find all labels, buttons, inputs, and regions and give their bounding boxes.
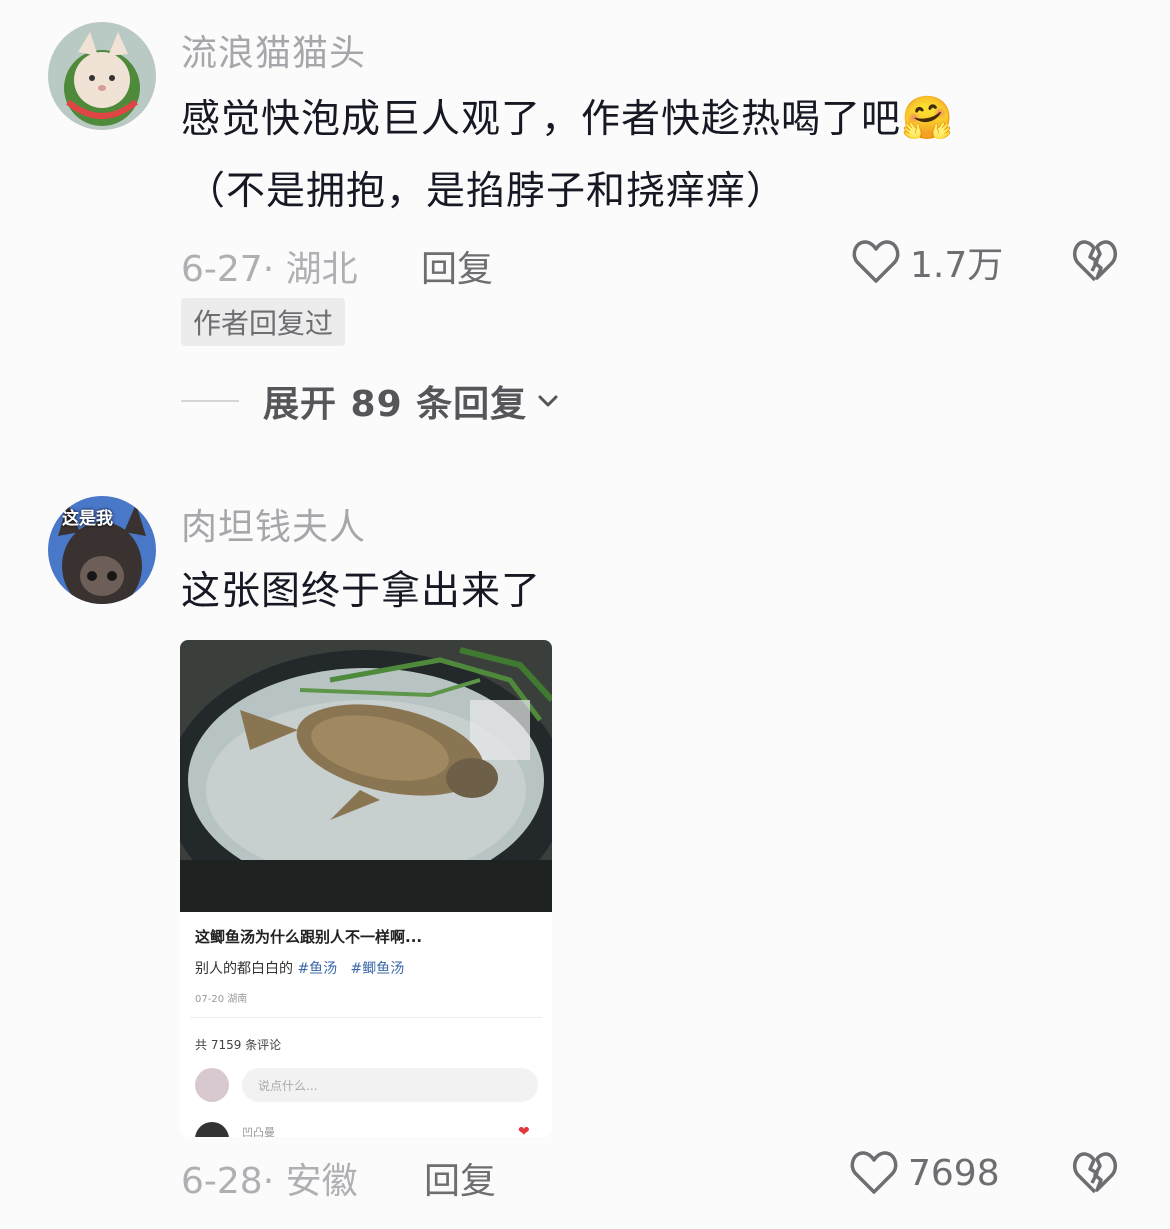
username[interactable]: 肉坦钱夫人 (181, 498, 366, 550)
mini-avatar (195, 1122, 229, 1137)
hashtag: #鱼汤 (297, 961, 338, 977)
hug-emoji-icon: 🤗 (901, 93, 955, 142)
expand-replies-label: 展开 89 条回复 (263, 384, 528, 425)
like-count: 1.7万 (910, 245, 1004, 286)
broken-heart-icon (1073, 240, 1117, 282)
author-replied-badge: 作者回复过 (181, 298, 346, 346)
hashtag: #鲫鱼汤 (350, 961, 405, 977)
avatar[interactable]: 这是我 (48, 496, 156, 604)
comment-input: 说点什么... (242, 1068, 538, 1102)
dislike-button[interactable] (1072, 238, 1118, 288)
heart-outline-icon (850, 1151, 898, 1194)
broken-heart-icon (1073, 1152, 1117, 1194)
post-desc-text: 别人的都白白的 (195, 961, 298, 977)
comment-image[interactable]: 这鲫鱼汤为什么跟别人不一样啊... 别人的都白白的 #鱼汤 #鲫鱼汤 07-20… (180, 640, 552, 1137)
reply-button[interactable]: 回复 (421, 240, 493, 292)
date-location: 6-27· 湖北 (181, 249, 358, 290)
like-count: 7698 (908, 1152, 1000, 1194)
date-location: 6-28· 安徽 (181, 1161, 358, 1202)
comment-count: 共 7159 条评论 (195, 1038, 282, 1052)
expand-replies-button[interactable]: 展开 89 条回复 (181, 375, 563, 427)
comment-text-line1: 感觉快泡成巨人观了，作者快趁热喝了吧 (181, 97, 902, 142)
avatar[interactable] (48, 22, 156, 130)
heart-outline-icon (852, 240, 900, 283)
comment-text: 这张图终于拿出来了 (181, 569, 542, 614)
divider (181, 400, 239, 402)
like-button[interactable]: 1.7万 (852, 236, 1003, 288)
next-username: 凹凸曼 (242, 1126, 275, 1137)
post-title: 这鲫鱼汤为什么跟别人不一样啊... (195, 928, 423, 946)
fish-soup-photo (180, 640, 552, 912)
comment-text: 感觉快泡成巨人观了，作者快趁热喝了吧🤗 (181, 82, 954, 156)
like-button[interactable]: 7698 (850, 1150, 1000, 1196)
username[interactable]: 流浪猫猫头 (181, 24, 366, 76)
divider (190, 1017, 542, 1018)
comment-text-line2: （不是拥抱，是掐脖子和挠痒痒） (186, 169, 787, 214)
heart-icon: ❤ (518, 1124, 530, 1137)
chevron-down-icon (538, 395, 558, 407)
post-desc: 别人的都白白的 #鱼汤 #鲫鱼汤 (195, 958, 404, 978)
reply-button[interactable]: 回复 (424, 1152, 496, 1204)
mini-avatar (195, 1068, 229, 1102)
avatar-caption: 这是我 (62, 509, 113, 529)
comment-input-placeholder: 说点什么... (258, 1079, 318, 1093)
post-date: 07-20 湖南 (195, 994, 248, 1005)
dislike-button[interactable] (1072, 1150, 1118, 1200)
